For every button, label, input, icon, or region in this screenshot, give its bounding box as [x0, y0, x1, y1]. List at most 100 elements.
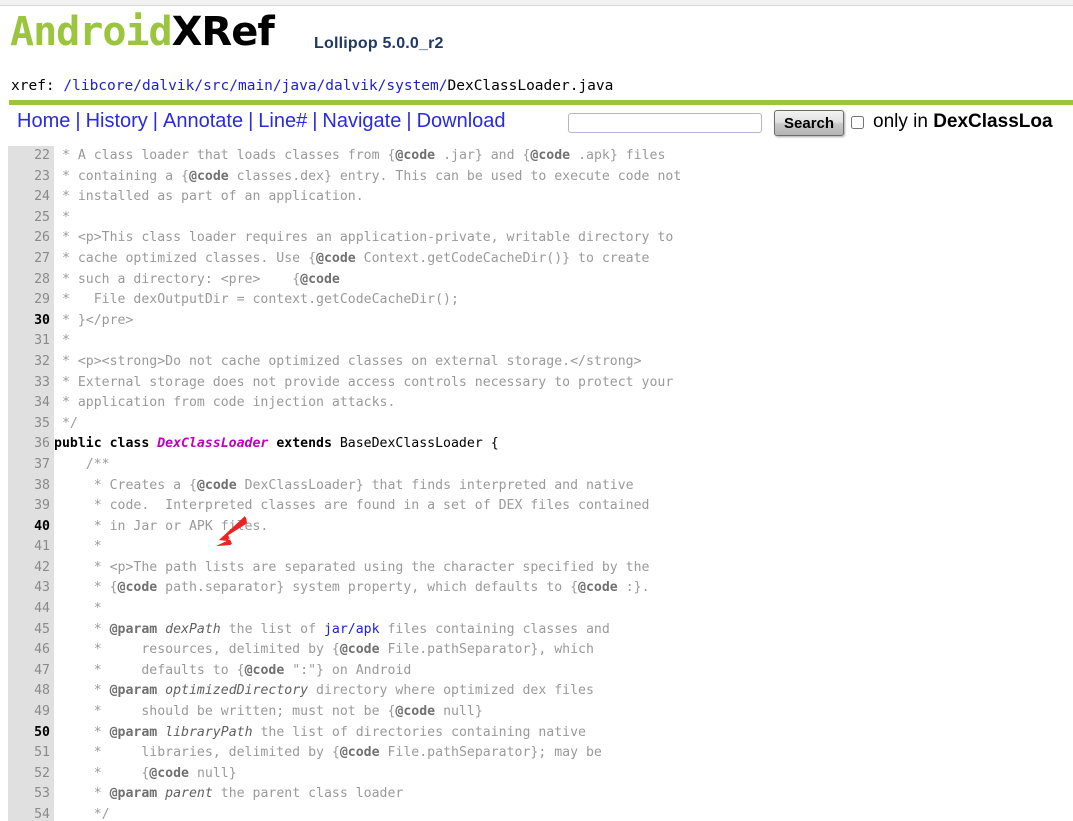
nav-item-navigate[interactable]: Navigate	[322, 110, 401, 132]
nav-item-annotate[interactable]: Annotate	[163, 110, 243, 132]
line-source: *	[54, 539, 102, 554]
code-token: *	[54, 786, 110, 802]
code-token: * <p>The path lists are separated using …	[54, 559, 650, 575]
line-number[interactable]: 29	[8, 290, 54, 311]
code-token: * File dexOutputDir = context.getCodeCac…	[54, 292, 459, 308]
line-number[interactable]: 30	[8, 311, 54, 332]
line-source: * @param parent the parent class loader	[54, 786, 404, 802]
code-line: 30 * }</pre>	[0, 311, 1073, 332]
nav-separator: |	[406, 110, 412, 132]
line-number[interactable]: 23	[8, 167, 54, 188]
code-token: .apk} files	[570, 148, 666, 163]
line-number[interactable]: 22	[8, 146, 54, 167]
code-line-list: 22 * A class loader that loads classes f…	[0, 146, 1073, 821]
line-source: * installed as part of an application.	[54, 189, 364, 204]
code-token: ":"} on Android	[284, 662, 412, 678]
line-number[interactable]: 36	[8, 434, 54, 455]
code-line: 24 * installed as part of an application…	[0, 187, 1073, 208]
code-line: 41 *	[0, 537, 1073, 558]
line-number[interactable]: 54	[8, 805, 54, 821]
code-token: path.separator} system property, which d…	[157, 580, 571, 596]
code-token: @code	[395, 148, 436, 163]
code-token: @param	[109, 724, 158, 740]
only-in-file-checkbox[interactable]	[851, 116, 864, 129]
code-token: directory where optimized dex files	[308, 683, 594, 699]
line-number[interactable]: 25	[8, 208, 54, 229]
source-code-viewer[interactable]: 22 * A class loader that loads classes f…	[0, 146, 1073, 821]
line-number[interactable]: 28	[8, 270, 54, 291]
line-number[interactable]: 43	[8, 578, 54, 599]
line-number[interactable]: 45	[8, 620, 54, 641]
code-token: public class	[54, 436, 158, 452]
line-number[interactable]: 50	[8, 723, 54, 744]
code-token: */	[54, 807, 110, 821]
line-number[interactable]: 32	[8, 352, 54, 373]
code-token: * such a directory: <pre>	[54, 271, 293, 287]
nav-item-download[interactable]: Download	[417, 110, 506, 132]
code-token: *	[54, 765, 142, 781]
code-token: @param	[109, 683, 158, 699]
nav-separator: |	[152, 110, 158, 132]
search-input[interactable]	[568, 113, 762, 133]
code-line: 39 * code. Interpreted classes are found…	[0, 496, 1073, 517]
line-number[interactable]: 48	[8, 681, 54, 702]
code-token: the list of	[220, 621, 324, 637]
line-number[interactable]: 37	[8, 455, 54, 476]
line-number[interactable]: 42	[8, 558, 54, 579]
line-number[interactable]: 46	[8, 640, 54, 661]
code-line: 22 * A class loader that loads classes f…	[0, 146, 1073, 167]
code-token: :}.	[617, 580, 650, 596]
code-token: @code	[149, 765, 189, 781]
nav-item-history[interactable]: History	[86, 110, 148, 132]
line-number[interactable]: 24	[8, 187, 54, 208]
line-source: * Creates a {@code DexClassLoader} that …	[54, 478, 634, 493]
code-line: 48 * @param optimizedDirectory directory…	[0, 681, 1073, 702]
line-number[interactable]: 31	[8, 331, 54, 352]
code-token: parent	[165, 786, 213, 802]
code-line: 37 /**	[0, 455, 1073, 476]
code-token: * <p>This class loader requires an appli…	[54, 230, 674, 246]
logo-xref-text: XRef	[171, 9, 275, 55]
line-number[interactable]: 52	[8, 764, 54, 785]
code-line: 50 * @param libraryPath the list of dire…	[0, 723, 1073, 744]
code-line: 36 public class DexClassLoader extends Ba…	[0, 434, 1073, 455]
line-number[interactable]: 35	[8, 414, 54, 435]
line-source: * should be written; must not be {@code …	[54, 704, 483, 719]
line-number[interactable]: 40	[8, 517, 54, 538]
code-token: * in Jar or APK files.	[54, 518, 269, 534]
line-number[interactable]: 33	[8, 373, 54, 394]
code-token: * containing a	[54, 168, 182, 184]
search-button[interactable]: Search	[774, 110, 845, 136]
line-number[interactable]: 41	[8, 537, 54, 558]
nav-separator: |	[312, 110, 318, 132]
code-token: @code	[578, 580, 618, 596]
line-number[interactable]: 39	[8, 496, 54, 517]
line-number[interactable]: 53	[8, 784, 54, 805]
code-token: BaseDexClassLoader {	[339, 436, 499, 452]
line-number[interactable]: 51	[8, 743, 54, 764]
site-logo[interactable]: AndroidXRef	[10, 9, 275, 55]
code-token: @code	[339, 642, 380, 658]
nav-separator: |	[75, 110, 81, 132]
line-number[interactable]: 44	[8, 599, 54, 620]
line-source: * application from code injection attack…	[54, 395, 395, 410]
line-number[interactable]: 47	[8, 661, 54, 682]
line-number[interactable]: 27	[8, 249, 54, 270]
code-token: *	[54, 724, 110, 740]
code-token: @code	[189, 168, 229, 184]
line-source: * defaults to {@code ":"} on Android	[54, 662, 412, 678]
line-number[interactable]: 34	[8, 393, 54, 414]
line-source: *	[54, 601, 102, 616]
code-token: @code	[117, 580, 158, 596]
line-number[interactable]: 49	[8, 702, 54, 723]
nav-item-home[interactable]: Home	[17, 110, 70, 132]
line-source: * such a directory: <pre> {@code	[54, 272, 340, 287]
xref-path-link[interactable]: /libcore/dalvik/src/main/java/dalvik/sys…	[63, 78, 447, 94]
code-line: 46 * resources, delimited by {@code File…	[0, 640, 1073, 661]
line-source: * }</pre>	[54, 313, 133, 328]
line-number[interactable]: 38	[8, 476, 54, 497]
code-token: /**	[54, 456, 110, 472]
nav-item-linenumber[interactable]: Line#	[258, 110, 307, 132]
code-token: files containing classes and	[379, 621, 610, 637]
line-number[interactable]: 26	[8, 228, 54, 249]
